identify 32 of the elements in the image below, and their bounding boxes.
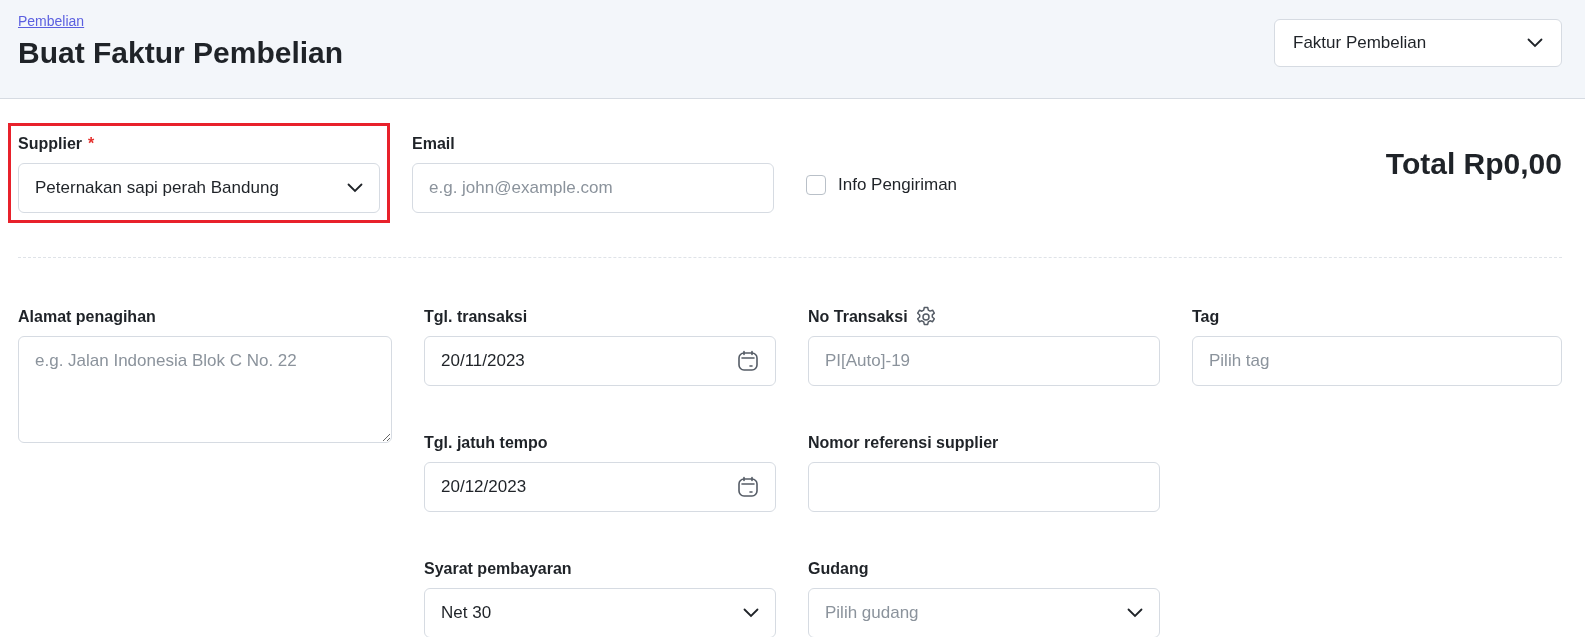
field-label: No Transaksi <box>808 308 908 326</box>
field-label: Supplier <box>18 135 82 153</box>
field-label: Gudang <box>808 560 869 578</box>
total-amount: Total Rp0,00 <box>1385 147 1562 181</box>
date-field[interactable]: 20/12/2023 <box>424 462 776 512</box>
field-label: Syarat pembayaran <box>424 560 572 578</box>
checkbox[interactable] <box>806 175 826 195</box>
checkbox-label: Info Pengiriman <box>838 175 958 195</box>
field-label: Tgl. jatuh tempo <box>424 434 548 452</box>
field-label: Nomor referensi supplier <box>808 434 999 452</box>
breadcrumb-link[interactable]: Pembelian <box>18 13 85 29</box>
email-field[interactable]: e.g. john@example.com <box>412 163 774 213</box>
field-label: Email <box>412 135 455 153</box>
required-mark: * <box>88 135 95 153</box>
chevron-down-icon <box>1527 38 1543 48</box>
chevron-down-icon <box>743 608 759 618</box>
field-label: Tgl. transaksi <box>424 308 528 326</box>
select-field[interactable]: Net 30 <box>424 588 776 637</box>
calendar-icon[interactable] <box>737 350 759 372</box>
input-field[interactable]: Pilih tag <box>1192 336 1562 386</box>
date-field[interactable]: 20/11/2023 <box>424 336 776 386</box>
input-field[interactable]: PI[Auto]-19 <box>808 336 1160 386</box>
document-type-select[interactable]: Faktur Pembelian <box>1274 19 1562 67</box>
address-field[interactable]: e.g. Jalan Indonesia Blok C No. 22 <box>18 336 392 443</box>
calendar-icon[interactable] <box>737 476 759 498</box>
page-title: Buat Faktur Pembelian <box>18 36 344 70</box>
field-label: Tag <box>1192 308 1220 326</box>
input-field[interactable] <box>808 462 1160 512</box>
chevron-down-icon <box>347 183 363 193</box>
supplier-select[interactable]: Peternakan sapi perah Bandung <box>18 163 380 213</box>
field-label: Alamat penagihan <box>18 308 156 326</box>
chevron-down-icon <box>1127 608 1143 618</box>
